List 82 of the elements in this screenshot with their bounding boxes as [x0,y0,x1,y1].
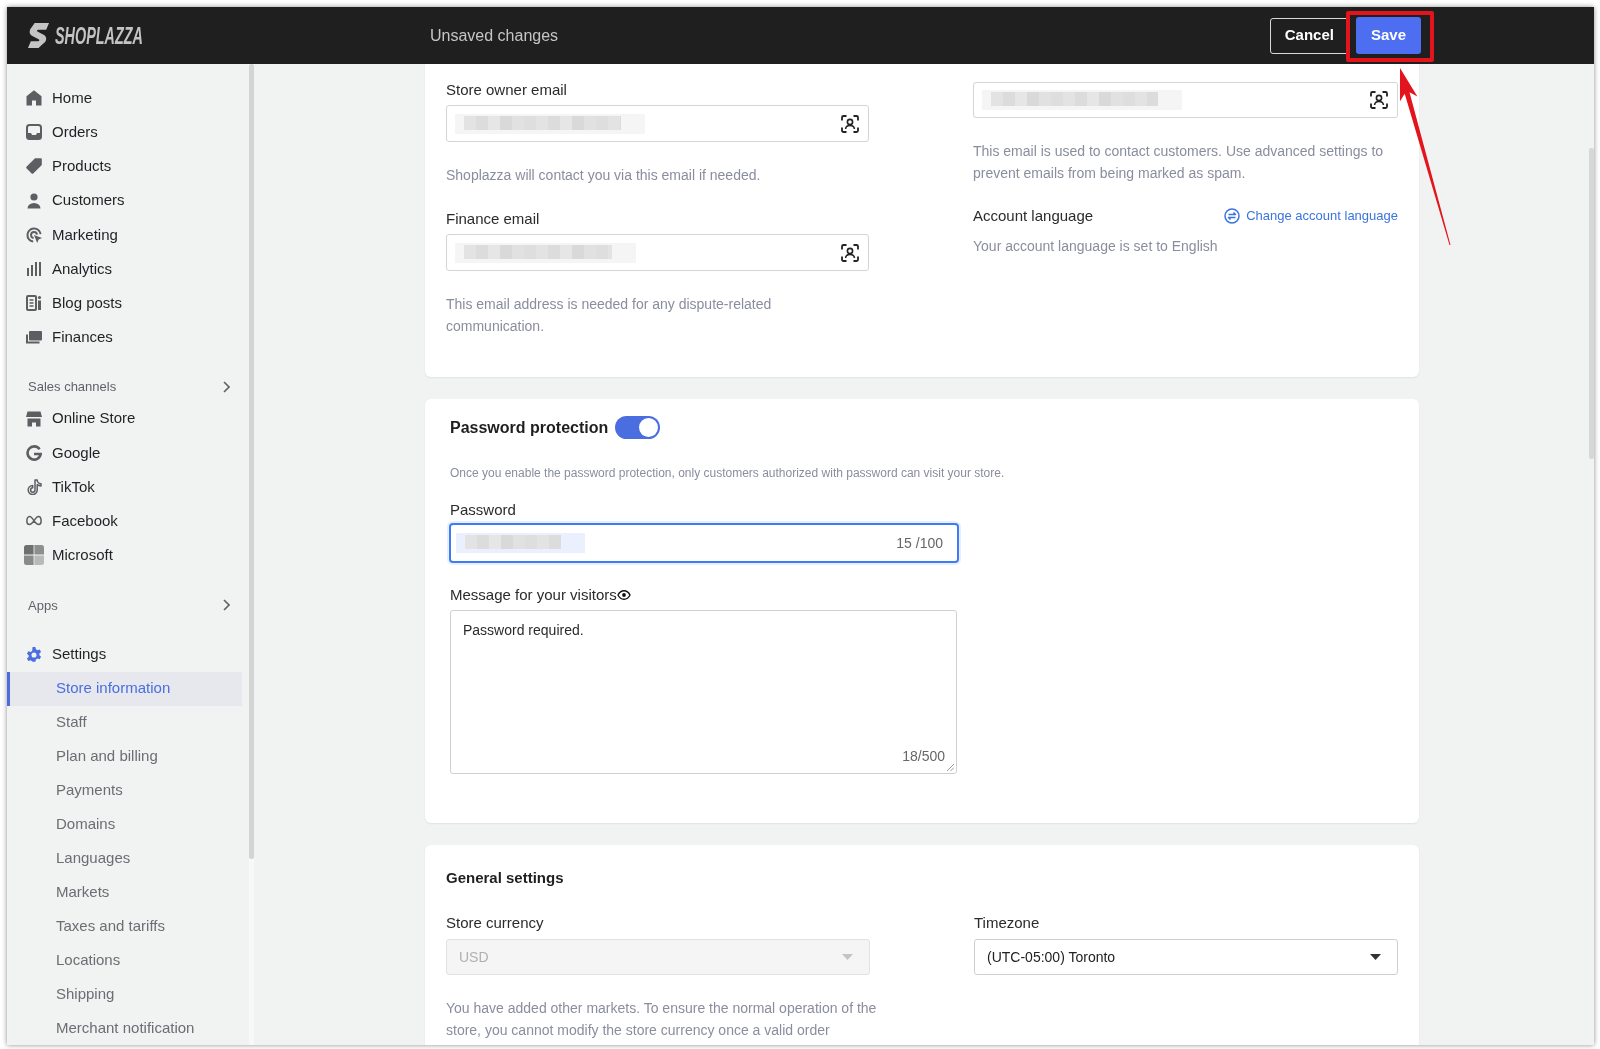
logo-text: SHOPLAZZA [55,21,143,50]
primary-button[interactable]: Save [1355,17,1421,54]
field-label: Finance email [446,209,541,229]
field-label: Account language [973,206,1094,226]
nav-subitem[interactable]: Staff [7,705,242,740]
nav-item[interactable]: Google [7,435,242,470]
card-title: Password protection [450,417,609,438]
nav-subitem[interactable]: Store information [7,671,242,706]
person-icon [26,192,42,209]
nav-subitem[interactable]: Shipping [7,977,242,1012]
eye-icon[interactable] [616,589,631,601]
caret-down-icon[interactable] [1370,954,1381,960]
person-scan-icon[interactable] [1370,91,1388,109]
resize-handle-icon[interactable] [946,763,954,771]
chevron-right-icon[interactable] [223,599,230,612]
email-field[interactable] [973,82,1398,118]
timezone-select[interactable]: (UTC-05:00) Toronto [974,939,1398,975]
scrollbar-thumb[interactable] [249,64,254,859]
bar-chart-icon [26,261,42,278]
nav-item[interactable]: Customers [7,183,242,218]
nav-subitem[interactable]: Merchant notification [7,1011,242,1045]
tag-icon [26,158,42,175]
swap-icon [1224,208,1241,224]
page-status-title: Unsaved changes [430,25,559,46]
nav-item[interactable]: Blog posts [7,286,242,321]
nav-subitem[interactable]: Taxes and tariffs [7,909,242,944]
section-heading: Sales channels [28,377,117,396]
logo-icon [27,22,50,49]
language-status-text: Your account language is set to English [973,237,1219,256]
nav-item[interactable]: TikTok [7,469,242,505]
character-count: 15 /100 [896,533,943,553]
nav-subitem[interactable]: Domains [7,807,242,842]
card-title: General settings [446,868,565,888]
nav-subitem[interactable]: Markets [7,875,242,910]
change-language-link[interactable]: Change account language [1224,206,1398,226]
nav-item[interactable]: Home [7,81,242,116]
person-scan-icon[interactable] [841,114,859,133]
section-heading: Apps [28,596,58,615]
document-icon [26,295,42,312]
nav-subitem[interactable]: Languages [7,841,242,876]
description-text: Once you enable the password protection, only customers authorized with password can visit your store. [450,465,1006,481]
message-text: Password required. [463,621,584,640]
home-icon [26,90,42,107]
nav-item[interactable]: Microsoft [7,538,242,573]
field-label: Timezone [974,913,1041,933]
toggle-switch[interactable] [615,416,661,439]
nav-item[interactable]: Products [7,149,242,184]
field-label: Password [450,500,517,520]
help-text: This email address is needed for any dispute-related communication. [446,295,773,336]
field-label: Store owner email [446,80,568,100]
help-text: This email is used to contact customers. Use advanced settings to prevent emails from being marked as spam. [973,142,1385,183]
scrollbar-thumb[interactable] [1589,148,1594,459]
nav-item[interactable]: Marketing [7,217,242,252]
chevron-right-icon[interactable] [223,380,230,393]
field-label: Message for your visitors [450,585,617,605]
nav-item[interactable]: Orders [7,115,242,150]
cards-icon [26,329,42,346]
help-text: Shoplazza will contact you via this email if needed. [446,166,762,185]
secondary-button[interactable]: Cancel [1269,17,1349,54]
nav-item[interactable]: Settings [7,637,242,672]
message-textarea[interactable]: Password required. 18/500 [450,610,957,774]
nav-item[interactable]: Finances [7,320,242,355]
nav-item[interactable]: Online Store [7,401,242,436]
email-field[interactable] [446,105,869,142]
nav-subitem[interactable]: Locations [7,943,242,978]
password-field[interactable]: 15 /100 [449,523,959,563]
four-squares-icon [24,545,44,566]
nav-subitem[interactable]: Plan and billing [7,739,242,774]
person-scan-icon[interactable] [841,243,859,262]
nav-item[interactable]: Analytics [7,251,242,287]
nav-subitem[interactable]: Payments [7,773,242,808]
character-count: 18/500 [902,747,945,766]
help-text: You have added other markets. To ensure the normal operation of the store, you cannot modify the store currency once a valid order [446,999,878,1040]
nav-item[interactable]: Facebook [7,504,242,539]
settings-icon [26,646,42,663]
letter-g-icon [26,444,42,461]
target-pointer-icon [26,226,42,243]
music-note-icon [26,478,42,495]
email-field[interactable] [446,234,869,271]
inbox-icon [26,124,42,141]
store-icon [26,410,42,427]
field-label: Store currency [446,913,545,933]
